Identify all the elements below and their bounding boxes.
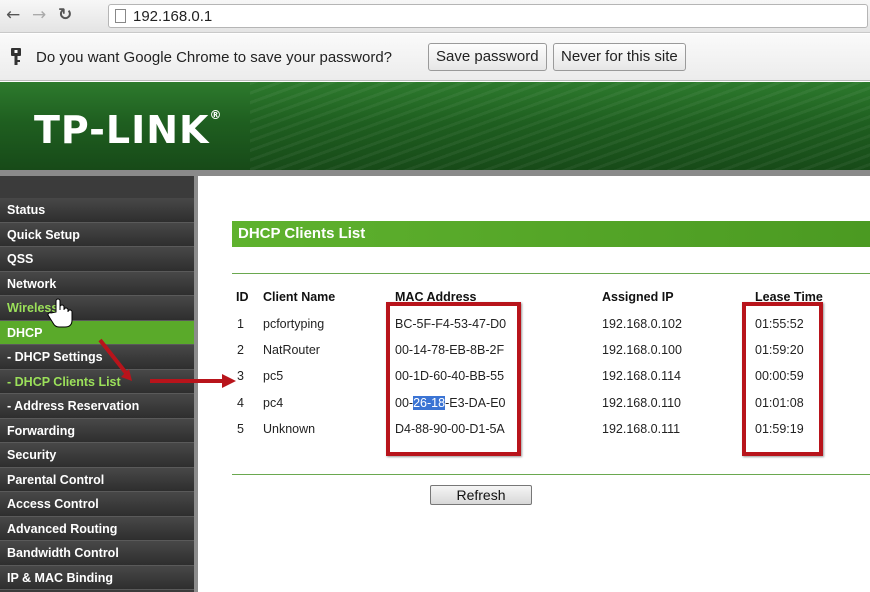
client-ip: 192.168.0.102 [602, 317, 682, 331]
back-arrow-icon[interactable]: ← [6, 4, 20, 26]
sidebar-item-advanced-routing[interactable]: Advanced Routing [0, 516, 194, 541]
sidebar-item-quick-setup[interactable]: Quick Setup [0, 222, 194, 247]
client-id: 3 [237, 369, 244, 383]
forward-arrow-icon[interactable]: → [32, 4, 46, 26]
main-content: DHCP Clients List ID Client Name MAC Add… [202, 176, 870, 592]
column-header-assigned-ip: Assigned IP [602, 290, 674, 304]
sidebar-item-status[interactable]: Status [0, 198, 194, 223]
tp-link-logo: TP-LINK® [34, 108, 223, 152]
sidebar-item-wireless[interactable]: Wireless [0, 296, 194, 321]
sidebar-item-network[interactable]: Network [0, 271, 194, 296]
client-ip: 192.168.0.111 [602, 422, 681, 436]
client-id: 4 [237, 396, 244, 410]
client-name: pc4 [263, 396, 284, 410]
sidebar-item-bandwidth-control[interactable]: Bandwidth Control [0, 541, 194, 566]
lease-time-highlight-box [742, 302, 823, 456]
reload-icon[interactable]: ↻ [58, 4, 72, 26]
client-id: 5 [237, 422, 244, 436]
sidebar-item-security[interactable]: Security [0, 443, 194, 468]
key-icon [11, 48, 21, 65]
sidebar-menu: Status Quick Setup QSS Network Wireless … [0, 176, 198, 592]
sidebar-item-dhcp-settings[interactable]: - DHCP Settings [0, 345, 194, 370]
infobar-message: Do you want Google Chrome to save your p… [36, 49, 393, 66]
client-id: 1 [237, 317, 244, 331]
client-name: NatRouter [263, 343, 320, 357]
client-id: 2 [237, 343, 244, 357]
url-text[interactable]: 192.168.0.1 [133, 8, 212, 25]
banner-stripes [250, 82, 870, 170]
refresh-button[interactable]: Refresh [430, 485, 532, 505]
never-for-this-site-button[interactable]: Never for this site [553, 43, 686, 71]
password-infobar: Do you want Google Chrome to save your p… [0, 34, 870, 81]
client-ip: 192.168.0.114 [602, 369, 682, 383]
sidebar-item-dhcp-clients-list[interactable]: - DHCP Clients List [0, 369, 194, 394]
page-title: DHCP Clients List [238, 225, 366, 242]
client-name: pc5 [263, 369, 284, 383]
browser-toolbar: ← → ↻ 192.168.0.1 [0, 0, 870, 33]
address-bar[interactable]: 192.168.0.1 [108, 4, 868, 28]
page-title-bar: DHCP Clients List [232, 221, 870, 247]
client-name: Unknown [263, 422, 316, 436]
client-name: pcfortyping [263, 317, 325, 331]
mac-address-highlight-box [386, 302, 521, 456]
browser-window: ← → ↻ 192.168.0.1 Do you want Google Chr… [0, 0, 870, 592]
client-ip: 192.168.0.110 [602, 396, 682, 410]
sidebar-item-dhcp[interactable]: DHCP [0, 320, 194, 345]
sidebar-item-parental-control[interactable]: Parental Control [0, 467, 194, 492]
client-ip: 192.168.0.100 [602, 343, 682, 357]
column-header-client-name: Client Name [263, 290, 336, 304]
sidebar-item-qss[interactable]: QSS [0, 247, 194, 272]
table-top-divider [232, 273, 870, 274]
router-banner: TP-LINK® [0, 82, 870, 170]
sidebar-item-forwarding[interactable]: Forwarding [0, 418, 194, 443]
sidebar-item-address-reservation[interactable]: - Address Reservation [0, 394, 194, 419]
sidebar-item-access-control[interactable]: Access Control [0, 492, 194, 517]
table-bottom-divider [232, 474, 870, 475]
column-header-id: ID [236, 290, 249, 304]
page-icon [115, 9, 126, 23]
sidebar-item-ip-mac-binding[interactable]: IP & MAC Binding [0, 565, 194, 590]
save-password-button[interactable]: Save password [428, 43, 547, 71]
